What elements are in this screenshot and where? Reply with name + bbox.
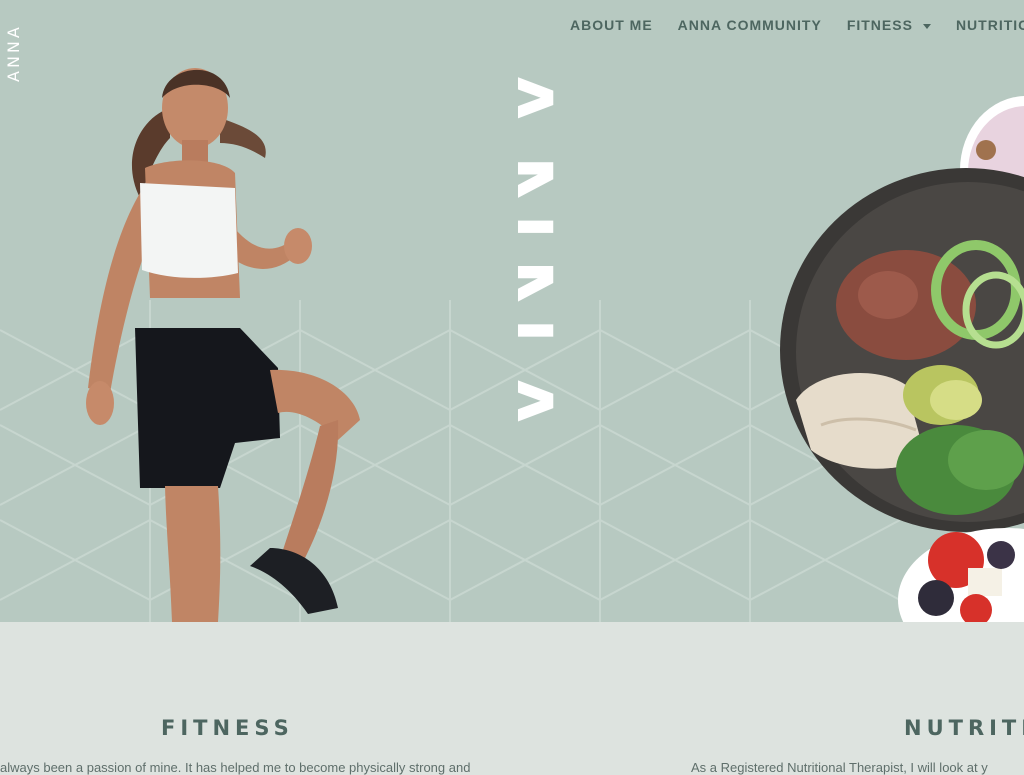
nav-about-me-label: ABOUT ME [570,17,653,33]
fitness-heading: FITNESS [161,716,294,740]
woman-running-photo [86,68,360,622]
nav-nutrition[interactable]: NUTRITIC [956,14,1024,36]
hero-banner: ANNA ANNA ABOUT ME ANNA COMMUNITY FITNES… [0,0,1024,622]
main-navigation: ABOUT ME ANNA COMMUNITY FITNESS NUTRITIC [570,14,1024,36]
nav-nutrition-label: NUTRITIC [955,17,1024,33]
anna-wordmark-text: ANNA [518,54,578,453]
nutrition-heading: NUTRITIC [904,716,1024,740]
nav-anna-community[interactable]: ANNA COMMUNITY [678,14,822,36]
nav-fitness[interactable]: FITNESS [847,14,931,36]
salad-bowls-photo [780,96,1024,622]
nav-anna-community-label: ANNA COMMUNITY [677,17,822,33]
nav-fitness-label: FITNESS [846,17,913,33]
side-logo[interactable]: ANNA [4,20,24,86]
caret-down-icon[interactable] [922,23,931,29]
anna-wordmark: ANNA [518,54,578,453]
nav-about-me[interactable]: ABOUT ME [570,14,653,36]
